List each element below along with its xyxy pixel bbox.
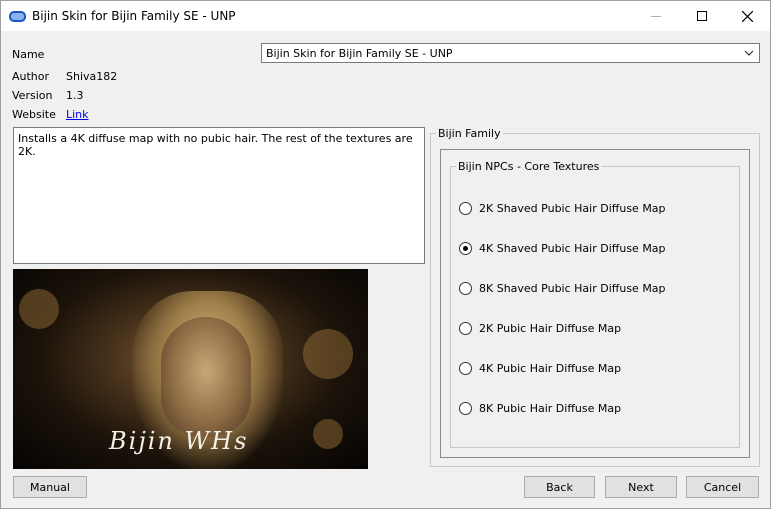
option-4k-shaved[interactable]: 4K Shaved Pubic Hair Diffuse Map [459, 240, 666, 256]
maximize-button[interactable] [679, 1, 725, 31]
option-label: 4K Shaved Pubic Hair Diffuse Map [479, 241, 666, 255]
author-value: Shiva182 [66, 70, 118, 83]
option-4k-pubic[interactable]: 4K Pubic Hair Diffuse Map [459, 360, 621, 376]
option-2k-pubic[interactable]: 2K Pubic Hair Diffuse Map [459, 320, 621, 336]
minimize-button[interactable] [633, 1, 679, 31]
name-label: Name [12, 48, 45, 61]
option-label: 4K Pubic Hair Diffuse Map [479, 361, 622, 375]
close-icon [741, 10, 753, 22]
version-label: Version [12, 89, 53, 102]
description-box[interactable]: Installs a 4K diffuse map with no pubic … [13, 127, 425, 264]
manual-button[interactable]: Manual [13, 476, 87, 498]
radio-2k-pubic[interactable] [459, 321, 472, 335]
website-label: Website [12, 108, 56, 121]
option-2k-shaved[interactable]: 2K Shaved Pubic Hair Diffuse Map [459, 200, 666, 216]
bokeh-light [303, 329, 353, 379]
radio-8k-shaved[interactable] [459, 281, 472, 295]
radio-8k-pubic[interactable] [459, 401, 472, 415]
bokeh-light [313, 419, 343, 449]
option-8k-shaved[interactable]: 8K Shaved Pubic Hair Diffuse Map [459, 280, 666, 296]
option-label: 2K Shaved Pubic Hair Diffuse Map [479, 201, 666, 215]
version-value: 1.3 [66, 89, 84, 102]
option-label: 8K Pubic Hair Diffuse Map [479, 401, 622, 415]
portrait-face [161, 317, 251, 437]
close-button[interactable] [724, 1, 770, 31]
radio-4k-shaved[interactable] [459, 241, 472, 255]
title-bar[interactable]: Bijin Skin for Bijin Family SE - UNP [1, 1, 770, 31]
name-select-value: Bijin Skin for Bijin Family SE - UNP [266, 47, 453, 60]
website-link[interactable]: Link [66, 108, 89, 121]
inner-group-title: Bijin NPCs - Core Textures [456, 160, 602, 173]
next-button[interactable]: Next [605, 476, 677, 498]
radio-4k-pubic[interactable] [459, 361, 472, 375]
option-label: 2K Pubic Hair Diffuse Map [479, 321, 622, 335]
outer-group-title: Bijin Family [436, 127, 503, 140]
name-select[interactable]: Bijin Skin for Bijin Family SE - UNP [261, 43, 760, 63]
window-title: Bijin Skin for Bijin Family SE - UNP [32, 9, 236, 23]
bokeh-light [19, 289, 59, 329]
back-button[interactable]: Back [524, 476, 595, 498]
description-text: Installs a 4K diffuse map with no pubic … [18, 132, 413, 158]
option-label: 8K Shaved Pubic Hair Diffuse Map [479, 281, 666, 295]
maximize-icon [697, 11, 707, 21]
option-8k-pubic[interactable]: 8K Pubic Hair Diffuse Map [459, 400, 621, 416]
radio-2k-shaved[interactable] [459, 201, 472, 215]
preview-image: Bijin WHs [13, 269, 368, 469]
signature-watermark: Bijin WHs [109, 427, 249, 455]
installer-window: Bijin Skin for Bijin Family SE - UNP Nam… [0, 0, 771, 509]
chevron-down-icon [743, 46, 755, 60]
minimize-icon [651, 15, 661, 17]
author-label: Author [12, 70, 50, 83]
installer-app-icon [9, 11, 26, 22]
cancel-button[interactable]: Cancel [686, 476, 759, 498]
